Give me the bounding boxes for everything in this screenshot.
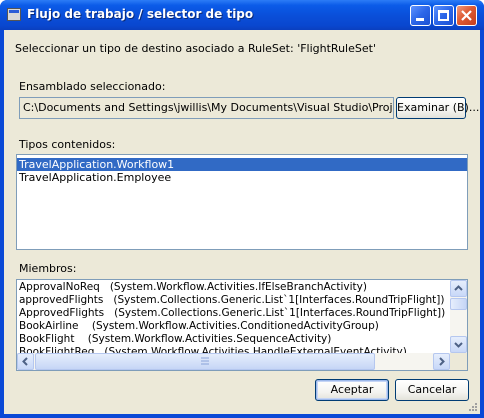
scrollbar-corner — [450, 353, 467, 370]
horizontal-scroll-thumb[interactable] — [35, 353, 375, 370]
members-label: Miembros: — [19, 262, 77, 275]
grip-icon — [201, 357, 209, 365]
resize-grip-icon[interactable] — [467, 401, 478, 412]
member-item[interactable]: approvedFlights (System.Collections.Gene… — [17, 294, 450, 307]
cancel-button[interactable]: Cancelar — [395, 379, 469, 401]
scroll-left-button[interactable] — [17, 353, 34, 370]
members-listbox[interactable]: ApprovalNoReq (System.Workflow.Activitie… — [16, 279, 468, 371]
chevron-down-icon — [454, 342, 463, 348]
members-vertical-scrollbar[interactable] — [450, 280, 467, 353]
chevron-left-icon — [22, 357, 28, 366]
type-item[interactable]: TravelApplication.Workflow1 — [17, 158, 467, 171]
types-listbox[interactable]: TravelApplication.Workflow1 TravelApplic… — [16, 154, 468, 250]
assembly-path-field[interactable]: C:\Documents and Settings\jwillis\My Doc… — [19, 97, 394, 119]
window-icon — [7, 8, 21, 21]
scroll-right-button[interactable] — [433, 353, 450, 370]
member-item[interactable]: BookAirline (System.Workflow.Activities.… — [17, 320, 450, 333]
member-item[interactable]: ApprovalNoReq (System.Workflow.Activitie… — [17, 281, 450, 294]
window-title: Flujo de trabajo / selector de tipo — [27, 7, 254, 21]
prompt-text: Seleccionar un tipo de destino asociado … — [15, 42, 376, 55]
title-bar[interactable]: Flujo de trabajo / selector de tipo — [0, 0, 484, 30]
chevron-right-icon — [439, 357, 445, 366]
vertical-scroll-thumb[interactable] — [450, 298, 467, 310]
scroll-up-button[interactable] — [450, 280, 467, 297]
type-item[interactable]: TravelApplication.Employee — [17, 171, 467, 184]
maximize-button[interactable] — [433, 5, 454, 26]
minimize-button[interactable] — [410, 5, 431, 26]
scroll-down-button[interactable] — [450, 336, 467, 353]
close-button[interactable] — [456, 5, 477, 26]
member-item[interactable]: ApprovedFlights (System.Collections.Gene… — [17, 307, 450, 320]
members-horizontal-scrollbar[interactable] — [17, 353, 450, 370]
types-label: Tipos contenidos: — [19, 138, 116, 151]
browse-button[interactable]: Examinar (B)... — [396, 97, 479, 119]
chevron-up-icon — [454, 285, 463, 291]
member-item[interactable]: BookFlight (System.Workflow.Activities.S… — [17, 333, 450, 346]
dialog-window: Flujo de trabajo / selector de tipo Sele… — [0, 0, 484, 418]
ok-button[interactable]: Aceptar — [315, 379, 389, 401]
close-icon — [461, 10, 472, 21]
assembly-label: Ensamblado seleccionado: — [19, 80, 166, 93]
dialog-body: Seleccionar un tipo de destino asociado … — [4, 30, 480, 414]
